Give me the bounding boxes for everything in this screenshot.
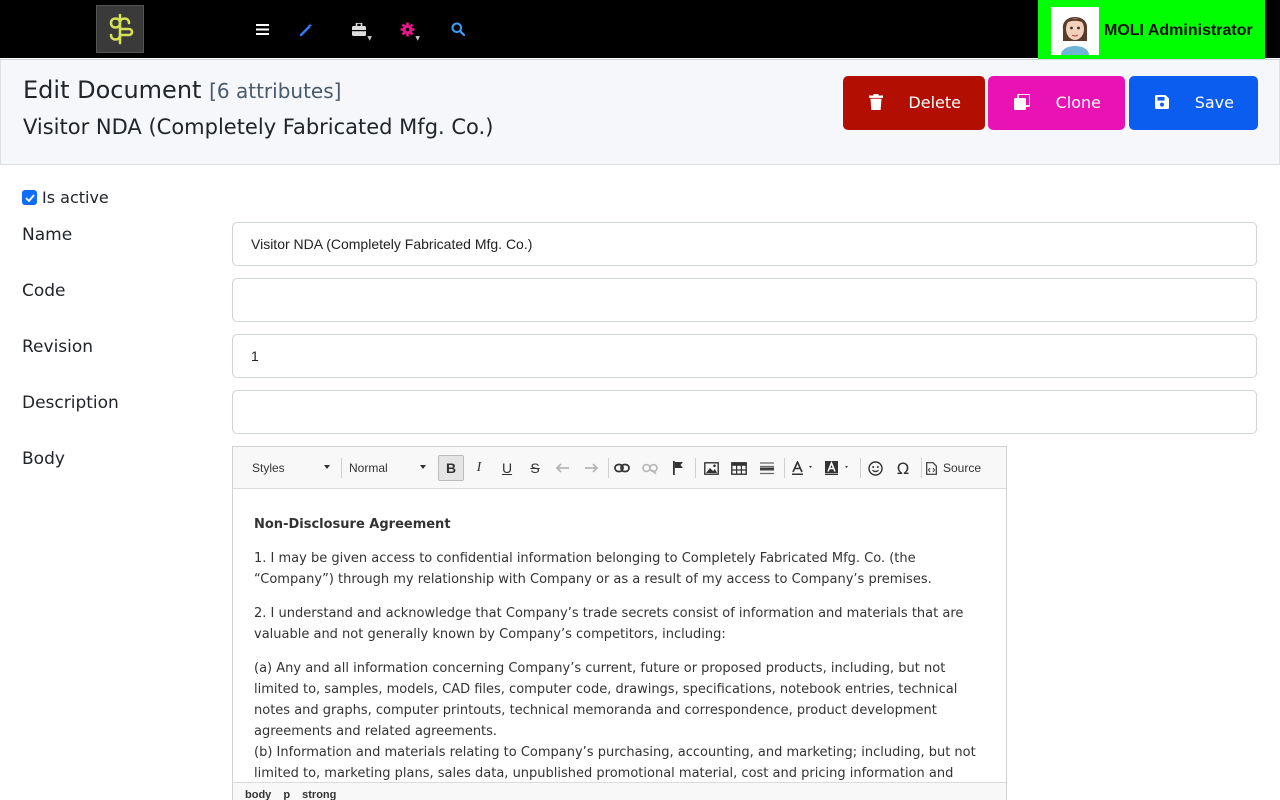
editor-toolbar: Styles Normal B I U S Ω Source: [233, 447, 1006, 489]
body-label: Body: [22, 449, 65, 469]
top-navbar: ▼ ▼ MOLI Administrator: [0, 0, 1280, 61]
caret-down-icon: ▼: [367, 35, 372, 42]
smiley-icon[interactable]: [862, 455, 888, 481]
name-label: Name: [22, 225, 73, 245]
name-field[interactable]: Visitor NDA (Completely Fabricated Mfg. …: [232, 222, 1257, 266]
paragraph-item-b: (b) Information and materials relating t…: [254, 745, 976, 781]
copy-icon: [1014, 93, 1031, 114]
paragraph-1: 1. I may be given access to confidential…: [254, 551, 932, 587]
is-active-checkbox[interactable]: [22, 190, 37, 205]
format-dropdown[interactable]: Normal: [349, 461, 426, 475]
format-dropdown-label: Normal: [349, 461, 388, 475]
toolbox-icon[interactable]: ▼: [346, 16, 372, 42]
save-label: Save: [1194, 93, 1234, 112]
clone-label: Clone: [1055, 93, 1101, 112]
save-button[interactable]: Save: [1129, 76, 1258, 130]
path-item[interactable]: p: [283, 789, 290, 800]
italic-icon[interactable]: I: [466, 455, 492, 481]
menu-icon[interactable]: [249, 16, 275, 42]
styles-dropdown-label: Styles: [252, 461, 285, 475]
bold-icon[interactable]: B: [438, 455, 464, 481]
undo-icon[interactable]: [550, 455, 576, 481]
description-field[interactable]: [232, 390, 1257, 434]
path-item[interactable]: strong: [302, 789, 336, 800]
revision-field[interactable]: 1: [232, 334, 1257, 378]
code-label: Code: [22, 281, 66, 301]
background-color-icon[interactable]: [823, 455, 855, 481]
is-active-row: Is active: [22, 188, 109, 207]
toolbar-separator: [695, 458, 696, 478]
description-label: Description: [22, 393, 119, 413]
horizontal-line-icon[interactable]: [754, 455, 780, 481]
image-icon[interactable]: [698, 455, 724, 481]
gear-icon[interactable]: ▼: [394, 16, 420, 42]
attribute-count: [6 attributes]: [209, 79, 342, 103]
editor-content[interactable]: Non-Disclosure Agreement 1. I may be giv…: [233, 490, 1006, 782]
page-title-text: Edit Document: [23, 76, 202, 104]
magic-wand-icon[interactable]: [293, 16, 319, 42]
document-subtitle: Visitor NDA (Completely Fabricated Mfg. …: [23, 115, 494, 139]
user-name: MOLI Administrator: [1104, 21, 1253, 39]
link-icon[interactable]: [609, 455, 635, 481]
special-char-icon[interactable]: Ω: [890, 455, 916, 481]
is-active-label: Is active: [42, 188, 109, 207]
chevron-down-icon: [420, 465, 426, 469]
logo-icon[interactable]: [96, 5, 144, 53]
styles-dropdown[interactable]: Styles: [252, 461, 330, 475]
redo-icon[interactable]: [578, 455, 604, 481]
avatar: [1051, 6, 1099, 55]
chevron-down-icon: [324, 465, 330, 469]
toolbar-separator: [860, 458, 861, 478]
paragraph-item-a: (a) Any and all information concerning C…: [254, 661, 958, 739]
anchor-icon[interactable]: [665, 455, 691, 481]
underline-icon[interactable]: U: [494, 455, 520, 481]
source-button[interactable]: Source: [926, 455, 988, 481]
source-label: Source: [943, 461, 982, 475]
search-icon[interactable]: [445, 16, 471, 42]
code-field[interactable]: [232, 278, 1257, 322]
page-title: Edit Document [6 attributes]: [23, 76, 341, 104]
caret-down-icon: ▼: [415, 35, 420, 42]
toolbar-separator: [921, 458, 922, 478]
body-editor: Styles Normal B I U S Ω Source Non-Discl…: [232, 446, 1007, 800]
source-icon: [926, 461, 937, 475]
trash-icon: [869, 94, 883, 114]
paragraph-2: 2. I understand and acknowledge that Com…: [254, 606, 964, 642]
delete-label: Delete: [908, 93, 961, 112]
table-icon[interactable]: [726, 455, 752, 481]
floppy-disk-icon: [1155, 94, 1169, 113]
toolbar-separator: [341, 458, 342, 478]
page-header: Edit Document [6 attributes] Visitor NDA…: [0, 59, 1280, 165]
revision-label: Revision: [22, 337, 94, 357]
text-color-icon[interactable]: [789, 455, 819, 481]
unlink-icon[interactable]: [637, 455, 663, 481]
clone-button[interactable]: Clone: [988, 76, 1125, 130]
element-path: body p strong: [233, 782, 1006, 800]
user-menu[interactable]: MOLI Administrator: [1038, 0, 1265, 61]
toolbar-separator: [784, 458, 785, 478]
document-heading: Non-Disclosure Agreement: [254, 517, 451, 532]
delete-button[interactable]: Delete: [843, 76, 985, 130]
path-item[interactable]: body: [245, 789, 271, 800]
strike-icon[interactable]: S: [522, 455, 548, 481]
